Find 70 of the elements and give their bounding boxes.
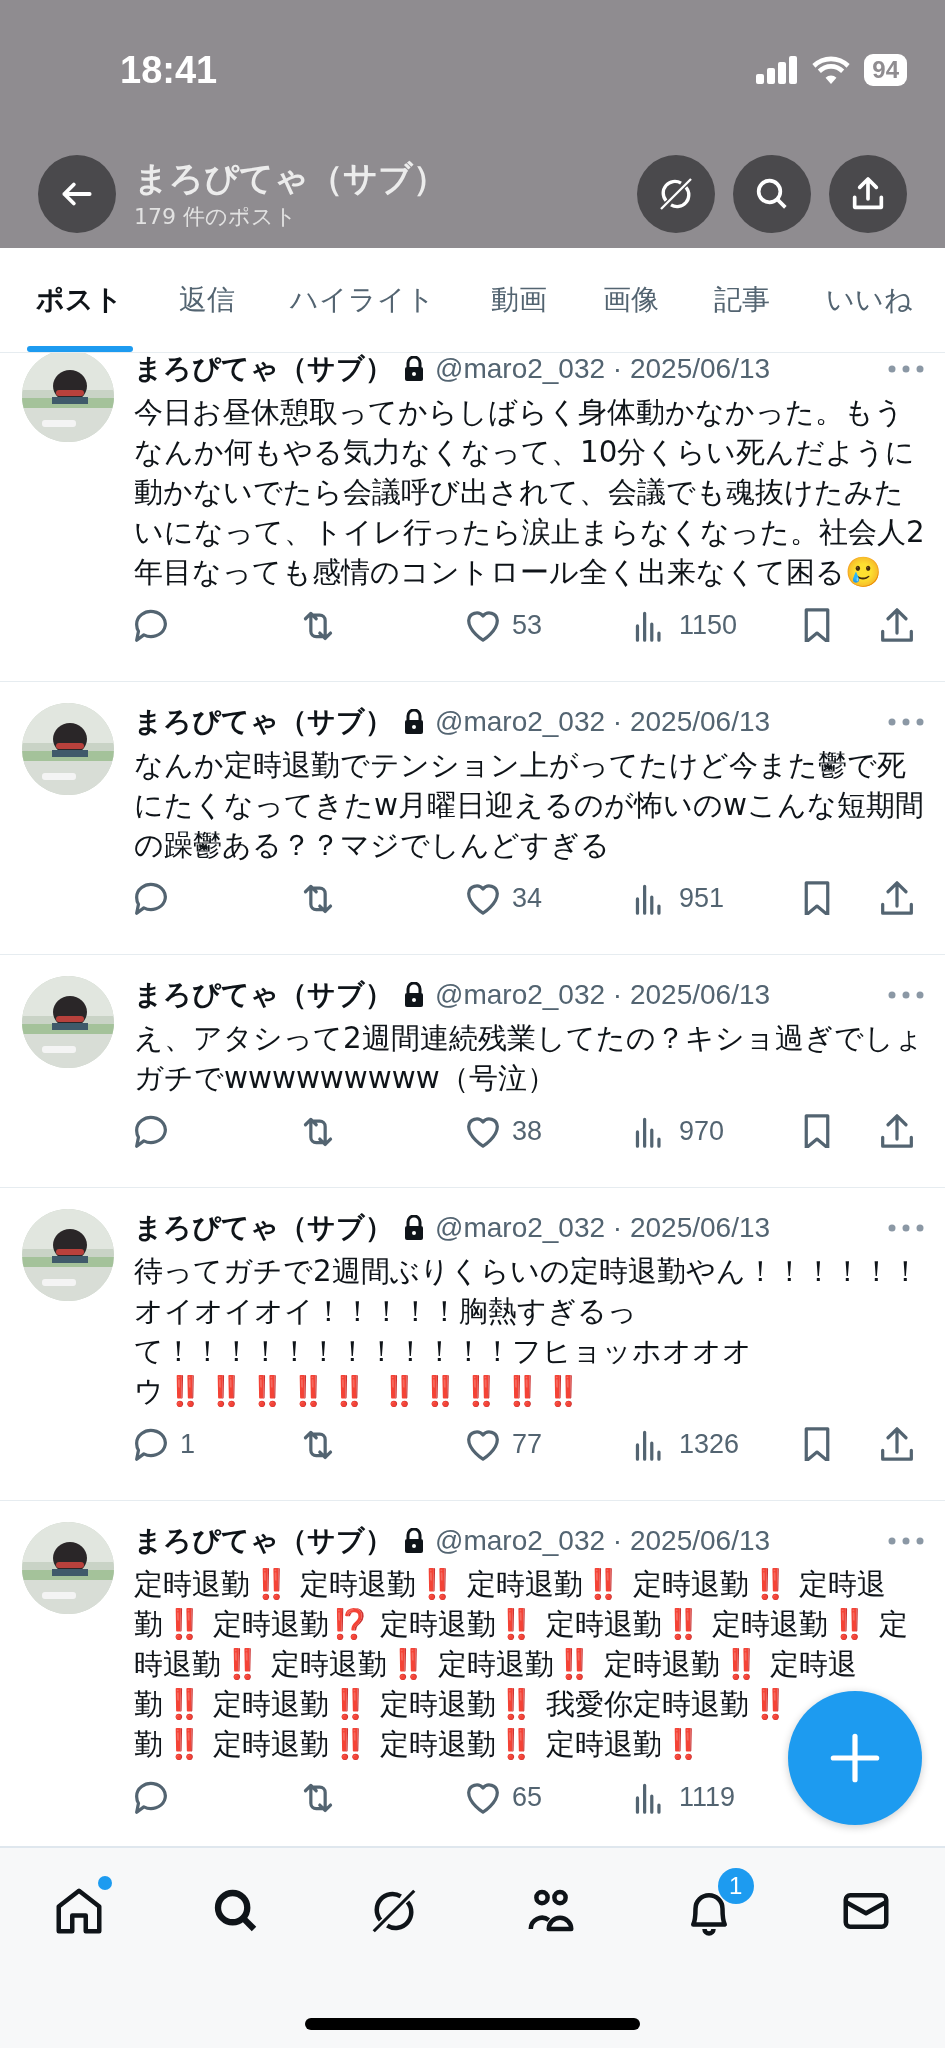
views-button[interactable]: 970 [633,1114,725,1148]
display-name: まろぴてゃ（サブ） [134,1523,393,1559]
post-count: 179 件のポスト [134,203,298,231]
display-name: まろぴてゃ（サブ） [134,704,393,740]
profile-tab[interactable]: 記事 [692,248,793,352]
reply-button[interactable]: 1 [134,1427,196,1461]
heart-icon [466,881,500,915]
share-icon [880,608,914,642]
share-button[interactable] [880,1427,914,1461]
share-icon [880,1114,914,1148]
plus-icon [829,1732,881,1784]
post-text: え、アタシって2週間連続残業してたの？キショ過ぎでしょガチでwwwwwwwww（号泣） [134,1020,925,1097]
battery-level: 94 [864,54,907,86]
like-button[interactable]: 65 [466,1780,543,1814]
share-icon [880,1427,914,1461]
handle-and-date: @maro2_032 · 2025/06/13 [435,706,771,738]
handle-and-date: @maro2_032 · 2025/06/13 [435,1212,771,1244]
share-button[interactable] [880,608,914,642]
display-name: まろぴてゃ（サブ） [134,1210,393,1246]
reply-button[interactable] [134,1114,168,1148]
more-icon[interactable] [886,1536,926,1546]
heart-icon [466,1114,500,1148]
heart-icon [466,1780,500,1814]
profile-tab[interactable]: ハイライト [268,248,458,352]
profile-title: まろぴてゃ（サブ） [134,157,448,200]
reply-icon [134,608,168,642]
more-icon[interactable] [886,1223,926,1233]
profile-tab[interactable]: いいね [803,248,935,352]
views-button[interactable]: 1119 [633,1780,736,1814]
share-button[interactable] [880,881,914,915]
like-button[interactable]: 34 [466,881,543,915]
more-icon[interactable] [886,717,926,727]
handle-and-date: @maro2_032 · 2025/06/13 [435,979,771,1011]
display-name: まろぴてゃ（サブ） [134,351,393,387]
views-button[interactable]: 1150 [633,608,738,642]
reply-button[interactable] [134,1780,168,1814]
notification-badge: 1 [717,1868,754,1904]
post-text: なんか定時退勤でテンション上がってたけど今また鬱で死にたくなってきたw月曜日迎えるのが怖いのwこんな短期間の躁鬱ある？？マジでしんどすぎる [134,747,925,864]
profile-tab[interactable]: ポスト [14,248,145,352]
reply-icon [134,1427,168,1461]
post-text: 勤‼ 定時退勤‼ 定時退勤‼ 定時退勤‼ [134,1726,702,1763]
profile-tab[interactable]: 動画 [468,248,569,352]
like-button[interactable]: 53 [466,608,543,642]
more-icon[interactable] [886,990,926,1000]
compose-button[interactable] [788,1691,922,1825]
reply-icon [134,1780,168,1814]
more-icon[interactable] [886,364,926,374]
wifi-icon [812,56,851,84]
reply-button[interactable] [134,881,168,915]
profile-tab[interactable]: 返信 [156,248,257,352]
reply-icon [134,881,168,915]
signal-icon [756,56,799,84]
like-button[interactable]: 38 [466,1114,543,1148]
display-name: まろぴてゃ（サブ） [134,977,393,1013]
post-text: 定時退勤‼ 定時退勤‼ 定時退勤‼ 定時退勤‼ 定時退勤‼ 定時退勤⁉ 定時退勤‼ 定時退勤‼ 定時退勤‼ 定時退勤‼ 定時退勤‼ 定時退勤‼ 定時退勤‼ 定時退勤‼ 定時退勤‼ 定時退勤‼ 我愛你定時退勤‼ [134,1566,909,1723]
post-text: 待ってガチで2週間ぶりくらいの定時退勤やん！！！！！！オイオイオイ！！！！！胸熱すぎるって！！！！！！！！！！！！フヒョッホオオオウ‼‼‼‼‼ ‼‼‼‼‼ [134,1253,921,1410]
heart-icon [466,1427,500,1461]
reply-button[interactable] [134,608,168,642]
handle-and-date: @maro2_032 · 2025/06/13 [435,1525,771,1557]
share-icon [880,881,914,915]
profile-tab[interactable]: 画像 [580,248,681,352]
views-button[interactable]: 1326 [633,1427,740,1461]
reply-icon [134,1114,168,1148]
handle-and-date: @maro2_032 · 2025/06/13 [435,353,771,385]
views-button[interactable]: 951 [633,881,725,915]
status-time: 18:41 [120,48,218,92]
post-text: 今日お昼休憩取ってからしばらく身体動かなかった。もうなんか何もやる気力なくなって、10分くらい死んだように動かないでたら会議呼び出されて、会議でも魂抜けたみたいになって、トイレ行ったら涙止まらなくなった。社会人2年目なっても感情のコントロール全く出来なくて困る🥲 [134,394,926,591]
heart-icon [466,608,500,642]
like-button[interactable]: 77 [466,1427,543,1461]
share-button[interactable] [880,1114,914,1148]
